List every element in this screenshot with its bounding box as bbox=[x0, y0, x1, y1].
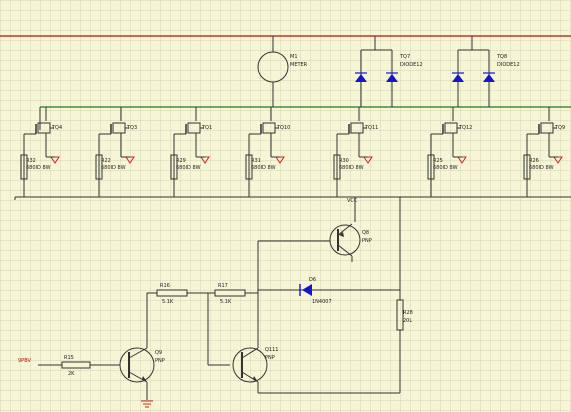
resistor-value: 680ID 8W bbox=[433, 165, 458, 171]
schematic-canvas[interactable]: M1 METER TQ7 DIODE12 TQ8 DIODE12 TQ4R326… bbox=[0, 0, 571, 412]
diode-pair-tq7-type: DIODE12 bbox=[400, 62, 423, 68]
r28-value: 20L bbox=[403, 318, 412, 324]
q9-type: PNP bbox=[155, 358, 165, 364]
q8-ref: Q8 bbox=[362, 230, 369, 236]
d6-type: 1N4007 bbox=[312, 299, 332, 305]
mosfet-ref: TQ4 bbox=[51, 125, 62, 131]
d6-ref: D6 bbox=[309, 277, 316, 283]
resistor-ref: R26 bbox=[529, 158, 539, 164]
mosfet-ref: TQ1 bbox=[201, 125, 212, 131]
r28-ref: R28 bbox=[403, 310, 413, 316]
input-net-label: 9PBV bbox=[18, 358, 31, 364]
mosfet-ref: TQ9 bbox=[554, 125, 565, 131]
mosfet-ref: TQ3 bbox=[126, 125, 137, 131]
r15-ref: R15 bbox=[64, 355, 74, 361]
meter-ref: M1 bbox=[290, 54, 298, 60]
resistor-ref: R30 bbox=[339, 158, 349, 164]
q9-ref: Q9 bbox=[155, 350, 162, 356]
resistor-value: 680ID 8W bbox=[176, 165, 201, 171]
resistor-value: 680ID 8W bbox=[101, 165, 126, 171]
q8-type: PNP bbox=[362, 238, 372, 244]
resistor-ref: R25 bbox=[433, 158, 443, 164]
resistor-value: 680ID 8W bbox=[26, 165, 51, 171]
resistor-value: 680ID 8W bbox=[529, 165, 554, 171]
resistor-ref: R22 bbox=[101, 158, 111, 164]
r15-value: 2K bbox=[68, 371, 75, 377]
diode-pair-tq8-type: DIODE12 bbox=[497, 62, 520, 68]
diode-pair-tq8-ref: TQ8 bbox=[496, 54, 507, 60]
r17-value: 5.1K bbox=[220, 299, 232, 305]
resistor-value: 680ID 8W bbox=[339, 165, 364, 171]
r16-ref: R16 bbox=[160, 283, 170, 289]
q111-type: PNP bbox=[265, 355, 275, 361]
mosfet-ref: TQ11 bbox=[364, 125, 378, 131]
r17-ref: R17 bbox=[218, 283, 228, 289]
vcc-label: VCC bbox=[347, 198, 358, 204]
resistor-ref: R32 bbox=[26, 158, 36, 164]
diode-pair-tq7-ref: TQ7 bbox=[399, 54, 410, 60]
resistor-value: 680ID 8W bbox=[251, 165, 276, 171]
grid bbox=[0, 0, 571, 412]
mosfet-ref: TQ10 bbox=[276, 125, 290, 131]
q111-ref: Q111 bbox=[265, 347, 278, 353]
resistor-ref: R29 bbox=[176, 158, 186, 164]
meter-name: METER bbox=[290, 62, 308, 68]
resistor-ref: R31 bbox=[251, 158, 261, 164]
r16-value: 5.1K bbox=[162, 299, 174, 305]
mosfet-ref: TQ12 bbox=[458, 125, 472, 131]
